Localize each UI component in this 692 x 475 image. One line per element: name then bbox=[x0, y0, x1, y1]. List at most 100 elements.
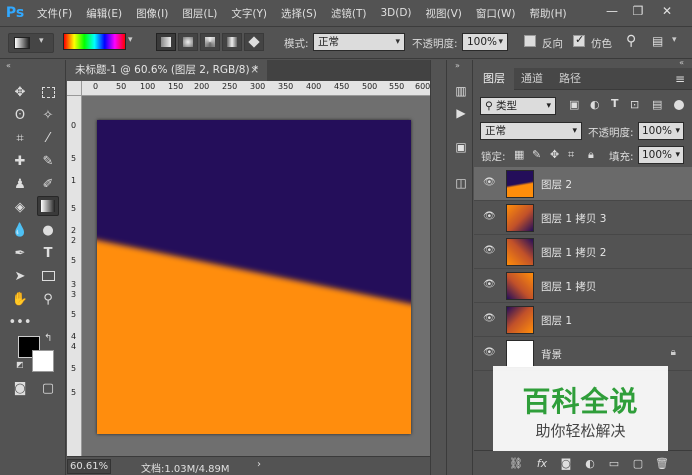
tab-channels[interactable]: 通道 bbox=[512, 68, 552, 90]
search-icon[interactable]: ⚲ bbox=[626, 33, 636, 49]
swap-colors-icon[interactable]: ↰ bbox=[44, 333, 52, 344]
fill-input[interactable]: 100% ▾ bbox=[638, 146, 684, 164]
minimize-button[interactable]: — bbox=[600, 0, 624, 22]
collapse-icon[interactable]: » bbox=[455, 61, 460, 70]
new-layer-icon[interactable]: ▢ bbox=[630, 455, 646, 471]
panel-menu-icon[interactable]: ≡ bbox=[675, 72, 685, 86]
layer-row[interactable]: 👁︎ 图层 1 拷贝 2 bbox=[474, 235, 692, 269]
link-layers-icon[interactable]: ⛓ bbox=[508, 455, 524, 471]
mode-select[interactable]: 正常 ▾ bbox=[313, 33, 405, 51]
properties-icon[interactable]: ▣ bbox=[451, 138, 471, 156]
filter-adjustment-icon[interactable]: ◐ bbox=[590, 98, 600, 111]
opacity-input[interactable]: 100% ▾ bbox=[462, 33, 508, 51]
tool-preset-picker[interactable]: ▾ bbox=[8, 33, 54, 53]
screen-mode-icon[interactable]: ▢ bbox=[37, 378, 59, 398]
tab-layers[interactable]: 图层 bbox=[474, 68, 514, 90]
clone-stamp-tool-icon[interactable]: ♟ bbox=[9, 174, 31, 194]
gradient-tool-icon[interactable] bbox=[37, 196, 59, 216]
angle-gradient-button[interactable] bbox=[200, 33, 220, 51]
collapse-icon[interactable]: « bbox=[6, 61, 11, 70]
visibility-eye-icon[interactable]: 👁︎ bbox=[483, 177, 497, 189]
path-selection-tool-icon[interactable]: ➤ bbox=[9, 266, 31, 286]
vertical-scrollbar[interactable] bbox=[430, 60, 445, 475]
delete-layer-icon[interactable]: 🗑︎ bbox=[654, 455, 670, 471]
rectangle-tool-icon[interactable] bbox=[37, 266, 59, 286]
lock-artboard-icon[interactable]: ⌗ bbox=[568, 148, 574, 162]
tab-paths[interactable]: 路径 bbox=[550, 68, 590, 90]
lasso-tool-icon[interactable]: ʘ bbox=[9, 105, 31, 125]
default-colors-icon[interactable]: ◩ bbox=[16, 360, 24, 369]
visibility-eye-icon[interactable]: 👁︎ bbox=[483, 279, 497, 291]
blur-tool-icon[interactable]: 💧 bbox=[9, 220, 31, 240]
visibility-eye-icon[interactable]: 👁︎ bbox=[483, 245, 497, 257]
zoom-tool-icon[interactable]: ⚲ bbox=[37, 289, 59, 309]
dither-checkbox[interactable] bbox=[573, 33, 585, 47]
healing-brush-tool-icon[interactable]: ✚ bbox=[9, 151, 31, 171]
menu-edit[interactable]: 编辑(E) bbox=[79, 6, 129, 21]
move-tool-icon[interactable]: ✥ bbox=[9, 82, 31, 102]
linear-gradient-button[interactable] bbox=[156, 33, 176, 51]
gradient-dropdown-icon[interactable]: ▾ bbox=[128, 35, 133, 45]
chevron-right-icon[interactable]: › bbox=[257, 459, 261, 470]
marquee-tool-icon[interactable] bbox=[37, 82, 59, 102]
reverse-checkbox[interactable] bbox=[524, 35, 536, 47]
layer-opacity-input[interactable]: 100% ▾ bbox=[638, 122, 684, 140]
chevron-down-icon[interactable]: ▾ bbox=[672, 35, 677, 45]
menu-file[interactable]: 文件(F) bbox=[30, 6, 79, 21]
reflected-gradient-button[interactable] bbox=[222, 33, 242, 51]
crop-tool-icon[interactable]: ⌗ bbox=[9, 128, 31, 148]
layer-filter-select[interactable]: ⚲ 类型 ▾ bbox=[480, 97, 556, 115]
menu-image[interactable]: 图像(I) bbox=[129, 6, 175, 21]
new-adjustment-icon[interactable]: ◐ bbox=[582, 455, 598, 471]
filter-pixel-icon[interactable]: ▣ bbox=[569, 98, 579, 111]
close-tab-icon[interactable]: × bbox=[250, 60, 259, 81]
filter-type-icon[interactable]: T bbox=[611, 97, 619, 110]
lock-transparent-icon[interactable]: ▦ bbox=[514, 148, 524, 161]
menu-view[interactable]: 视图(V) bbox=[419, 6, 469, 21]
close-button[interactable]: ✕ bbox=[655, 0, 679, 22]
magic-wand-tool-icon[interactable]: ✧ bbox=[37, 105, 59, 125]
vertical-ruler[interactable]: 0 5 1 5 2 2 5 3 3 5 4 4 5 5 bbox=[67, 96, 82, 456]
zoom-field[interactable]: 60.61% bbox=[67, 459, 111, 474]
visibility-eye-icon[interactable]: 👁︎ bbox=[483, 347, 497, 359]
brush-tool-icon[interactable]: ✎ bbox=[37, 151, 59, 171]
pen-tool-icon[interactable]: ✒ bbox=[9, 243, 31, 263]
lock-position-icon[interactable]: ✥ bbox=[550, 148, 559, 161]
more-tools-icon[interactable]: ••• bbox=[9, 312, 32, 332]
restore-button[interactable]: ❐ bbox=[626, 0, 650, 22]
layer-style-icon[interactable]: fx bbox=[534, 455, 550, 471]
ruler-corner[interactable] bbox=[67, 81, 82, 96]
hand-tool-icon[interactable]: ✋ bbox=[9, 289, 31, 309]
visibility-eye-icon[interactable]: 👁︎ bbox=[483, 211, 497, 223]
background-color-swatch[interactable] bbox=[32, 350, 54, 372]
filter-shape-icon[interactable]: ⊡ bbox=[630, 98, 639, 111]
blend-mode-select[interactable]: 正常 ▾ bbox=[480, 122, 582, 140]
quick-mask-icon[interactable]: ◙ bbox=[9, 378, 31, 398]
type-tool-icon[interactable]: T bbox=[37, 243, 59, 263]
menu-layer[interactable]: 图层(L) bbox=[175, 6, 224, 21]
layer-row[interactable]: 👁︎ 图层 1 拷贝 3 bbox=[474, 201, 692, 235]
document-canvas[interactable] bbox=[97, 120, 411, 434]
eraser-tool-icon[interactable]: ◈ bbox=[9, 197, 31, 217]
lock-all-icon[interactable]: 🔒︎ bbox=[588, 148, 594, 162]
diamond-gradient-button[interactable] bbox=[244, 33, 264, 51]
add-mask-icon[interactable]: ◙ bbox=[558, 455, 574, 471]
filter-smart-object-icon[interactable]: ▤ bbox=[652, 98, 662, 111]
document-tab[interactable]: 未标题-1 @ 60.6% (图层 2, RGB/8) * × bbox=[67, 60, 267, 81]
workspace-icon[interactable]: ▤ bbox=[652, 34, 663, 48]
menu-type[interactable]: 文字(Y) bbox=[224, 6, 274, 21]
layer-row[interactable]: 👁︎ 图层 1 bbox=[474, 303, 692, 337]
radial-gradient-button[interactable] bbox=[178, 33, 198, 51]
collapse-icon[interactable]: « bbox=[679, 58, 684, 67]
new-group-icon[interactable]: ▭ bbox=[606, 455, 622, 471]
visibility-eye-icon[interactable]: 👁︎ bbox=[483, 313, 497, 325]
horizontal-ruler[interactable]: 0 50 100 150 200 250 300 350 400 450 500… bbox=[82, 81, 430, 96]
lock-pixels-icon[interactable]: ✎ bbox=[532, 148, 541, 161]
adjustments-icon[interactable]: ◫ bbox=[451, 174, 471, 192]
menu-select[interactable]: 选择(S) bbox=[274, 6, 324, 21]
layer-row[interactable]: 👁︎ 图层 1 拷贝 bbox=[474, 269, 692, 303]
history-icon[interactable]: ▥ bbox=[451, 82, 471, 100]
menu-window[interactable]: 窗口(W) bbox=[469, 6, 523, 21]
filter-toggle-icon[interactable] bbox=[674, 100, 684, 110]
menu-filter[interactable]: 滤镜(T) bbox=[324, 6, 374, 21]
